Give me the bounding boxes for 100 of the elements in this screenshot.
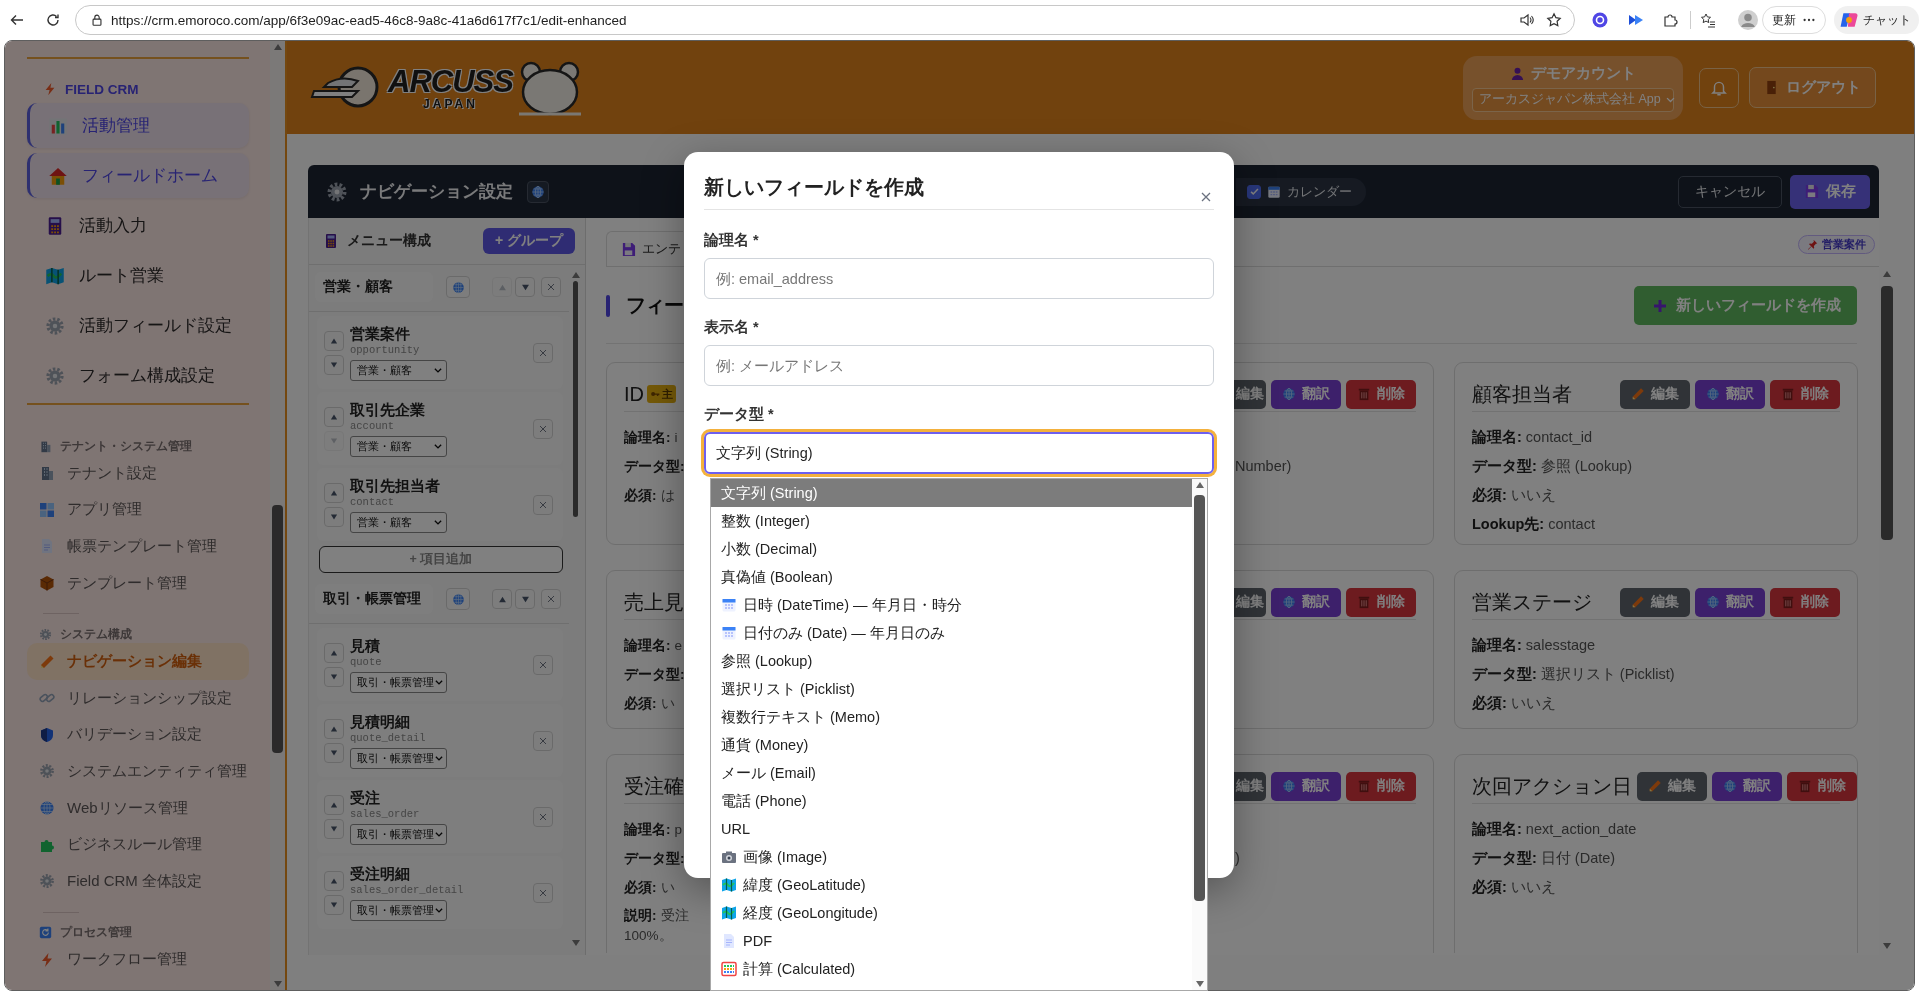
translate-button[interactable]: 翻訳	[1695, 379, 1765, 409]
delete-button[interactable]: 削除	[1770, 379, 1840, 409]
checkbox[interactable]	[1247, 184, 1261, 199]
notification-button[interactable]	[1699, 67, 1739, 108]
sidebar-item[interactable]: Webリソース管理	[27, 789, 249, 827]
edit-button[interactable]: 編集	[1620, 587, 1690, 617]
dropdown-option[interactable]: メール (Email)	[711, 759, 1192, 787]
sidebar-item[interactable]: ビジネスルール管理	[27, 826, 249, 863]
sidebar-item[interactable]: フォーム構成設定	[27, 353, 249, 398]
group-select[interactable]: 取引・帳票管理	[350, 899, 447, 921]
remove-button[interactable]	[533, 494, 553, 515]
dropdown-option[interactable]: 電話 (Phone)	[711, 787, 1192, 815]
group-select[interactable]: 営業・顧客	[350, 359, 447, 381]
cancel-button[interactable]: キャンセル	[1678, 175, 1782, 208]
sidebar-item[interactable]: ワークフロー管理	[27, 941, 249, 979]
sidebar-item[interactable]: リレーションシップ設定	[27, 679, 249, 717]
move-up-button[interactable]	[324, 794, 344, 815]
delete-button[interactable]: 削除	[1346, 587, 1416, 617]
dropdown-option[interactable]: 真偽値 (Boolean)	[711, 563, 1192, 591]
select-field[interactable]: 文字列 (String)	[704, 432, 1214, 474]
puzzle-icon[interactable]	[1662, 12, 1678, 28]
filter-chip[interactable]: カレンダー	[1236, 177, 1366, 206]
app-select[interactable]: アーカスジャパン株式会社 App	[1472, 87, 1674, 112]
remove-button[interactable]	[533, 730, 553, 751]
input-field[interactable]: 例: メールアドレス	[704, 345, 1214, 386]
translate-button[interactable]: 翻訳	[1271, 771, 1341, 801]
remove-button[interactable]	[541, 589, 561, 609]
dropdown-option[interactable]: 選択リスト (Picklist)	[711, 675, 1192, 703]
move-up-button[interactable]	[324, 406, 344, 427]
remove-button[interactable]	[533, 806, 553, 827]
translate-button[interactable]: 翻訳	[1271, 379, 1341, 409]
remove-button[interactable]	[533, 342, 553, 363]
add-item-button[interactable]: + 項目追加	[319, 546, 563, 573]
star-icon[interactable]	[1546, 12, 1562, 28]
save-button[interactable]: 保存	[1790, 174, 1870, 209]
delete-button[interactable]: 削除	[1770, 587, 1840, 617]
edit-button[interactable]: 編集	[1620, 379, 1690, 409]
edit-button[interactable]: 編集	[1234, 379, 1266, 409]
logout-button[interactable]: ログアウト	[1749, 67, 1876, 108]
edit-button[interactable]: 編集	[1234, 771, 1266, 801]
add-group-button[interactable]: + グループ	[482, 228, 575, 254]
sidebar-item[interactable]: テンプレート管理	[27, 564, 249, 602]
move-up-button[interactable]	[324, 330, 344, 351]
sidebar-item[interactable]: システムエンティティ管理	[27, 753, 249, 790]
sidebar-item[interactable]: ナビゲーション編集	[27, 643, 249, 680]
delete-button[interactable]: 削除	[1346, 379, 1416, 409]
move-down-button[interactable]	[324, 354, 344, 375]
read-aloud-icon[interactable]	[1519, 12, 1535, 28]
extension-icon[interactable]	[1628, 12, 1644, 28]
move-down-button[interactable]	[324, 506, 344, 527]
move-down-button[interactable]	[515, 589, 535, 609]
tab[interactable]: エンテ	[606, 231, 683, 266]
dropdown-option[interactable]: 複数行テキスト (Memo)	[711, 703, 1192, 731]
language-button[interactable]	[527, 180, 549, 203]
group-select[interactable]: 取引・帳票管理	[350, 747, 447, 769]
translate-button[interactable]: 翻訳	[1712, 771, 1782, 801]
move-up-button[interactable]	[324, 870, 344, 891]
sidebar-item[interactable]: テナント設定	[27, 455, 249, 492]
update-button[interactable]: 更新	[1762, 6, 1826, 34]
dropdown-option[interactable]: 参照 (Lookup)	[711, 647, 1192, 675]
edit-button[interactable]: 編集	[1234, 587, 1266, 617]
translate-button[interactable]: 翻訳	[1695, 587, 1765, 617]
remove-button[interactable]	[533, 418, 553, 439]
reload-icon[interactable]	[45, 12, 61, 28]
remove-button[interactable]	[541, 277, 561, 297]
dropdown-option[interactable]: 文字列 (String)	[711, 479, 1192, 507]
favorites-icon[interactable]	[1700, 12, 1716, 28]
group-select[interactable]: 営業・顧客	[350, 511, 447, 533]
dropdown-option[interactable]: URL	[711, 815, 1192, 843]
move-up-button[interactable]	[324, 482, 344, 503]
move-down-button[interactable]	[324, 742, 344, 763]
move-up-button[interactable]	[324, 642, 344, 663]
dropdown-option[interactable]: 通貨 (Money)	[711, 731, 1192, 759]
new-field-button[interactable]: 新しいフィールドを作成	[1634, 286, 1857, 325]
sidebar-item[interactable]: アプリ管理	[27, 491, 249, 529]
back-arrow-icon[interactable]	[9, 12, 25, 28]
chat-button[interactable]: チャット	[1834, 6, 1919, 34]
dropdown-option[interactable]: 小数 (Decimal)	[711, 535, 1192, 563]
dropdown-option[interactable]: PDF	[711, 927, 1192, 955]
sidebar-item[interactable]: バリデーション設定	[27, 716, 249, 754]
delete-button[interactable]: 削除	[1787, 771, 1857, 801]
sidebar-item[interactable]: 活動フィールド設定	[27, 303, 249, 348]
dropdown-option[interactable]: 整数 (Integer)	[711, 507, 1192, 535]
sidebar-item[interactable]: 活動入力	[27, 203, 249, 248]
dropdown-option[interactable]: 日時 (DateTime) — 年月日・時分	[711, 591, 1192, 619]
move-up-button[interactable]	[492, 589, 512, 609]
extension-icon[interactable]	[1592, 12, 1608, 28]
sidebar-item[interactable]: 帳票テンプレート管理	[27, 528, 249, 565]
group-select[interactable]: 取引・帳票管理	[350, 823, 447, 845]
group-select[interactable]: 営業・顧客	[350, 435, 447, 457]
delete-button[interactable]: 削除	[1346, 771, 1416, 801]
move-down-button[interactable]	[324, 666, 344, 687]
dropdown-option[interactable]: 緯度 (GeoLatitude)	[711, 871, 1192, 899]
remove-button[interactable]	[533, 882, 553, 903]
avatar-icon[interactable]	[1738, 10, 1758, 30]
move-down-button[interactable]	[324, 818, 344, 839]
translate-button[interactable]: 翻訳	[1271, 587, 1341, 617]
sidebar-item[interactable]: 活動管理	[27, 103, 249, 148]
sidebar-item[interactable]: Field CRM 全体設定	[27, 862, 249, 900]
group-select[interactable]: 取引・帳票管理	[350, 671, 447, 693]
